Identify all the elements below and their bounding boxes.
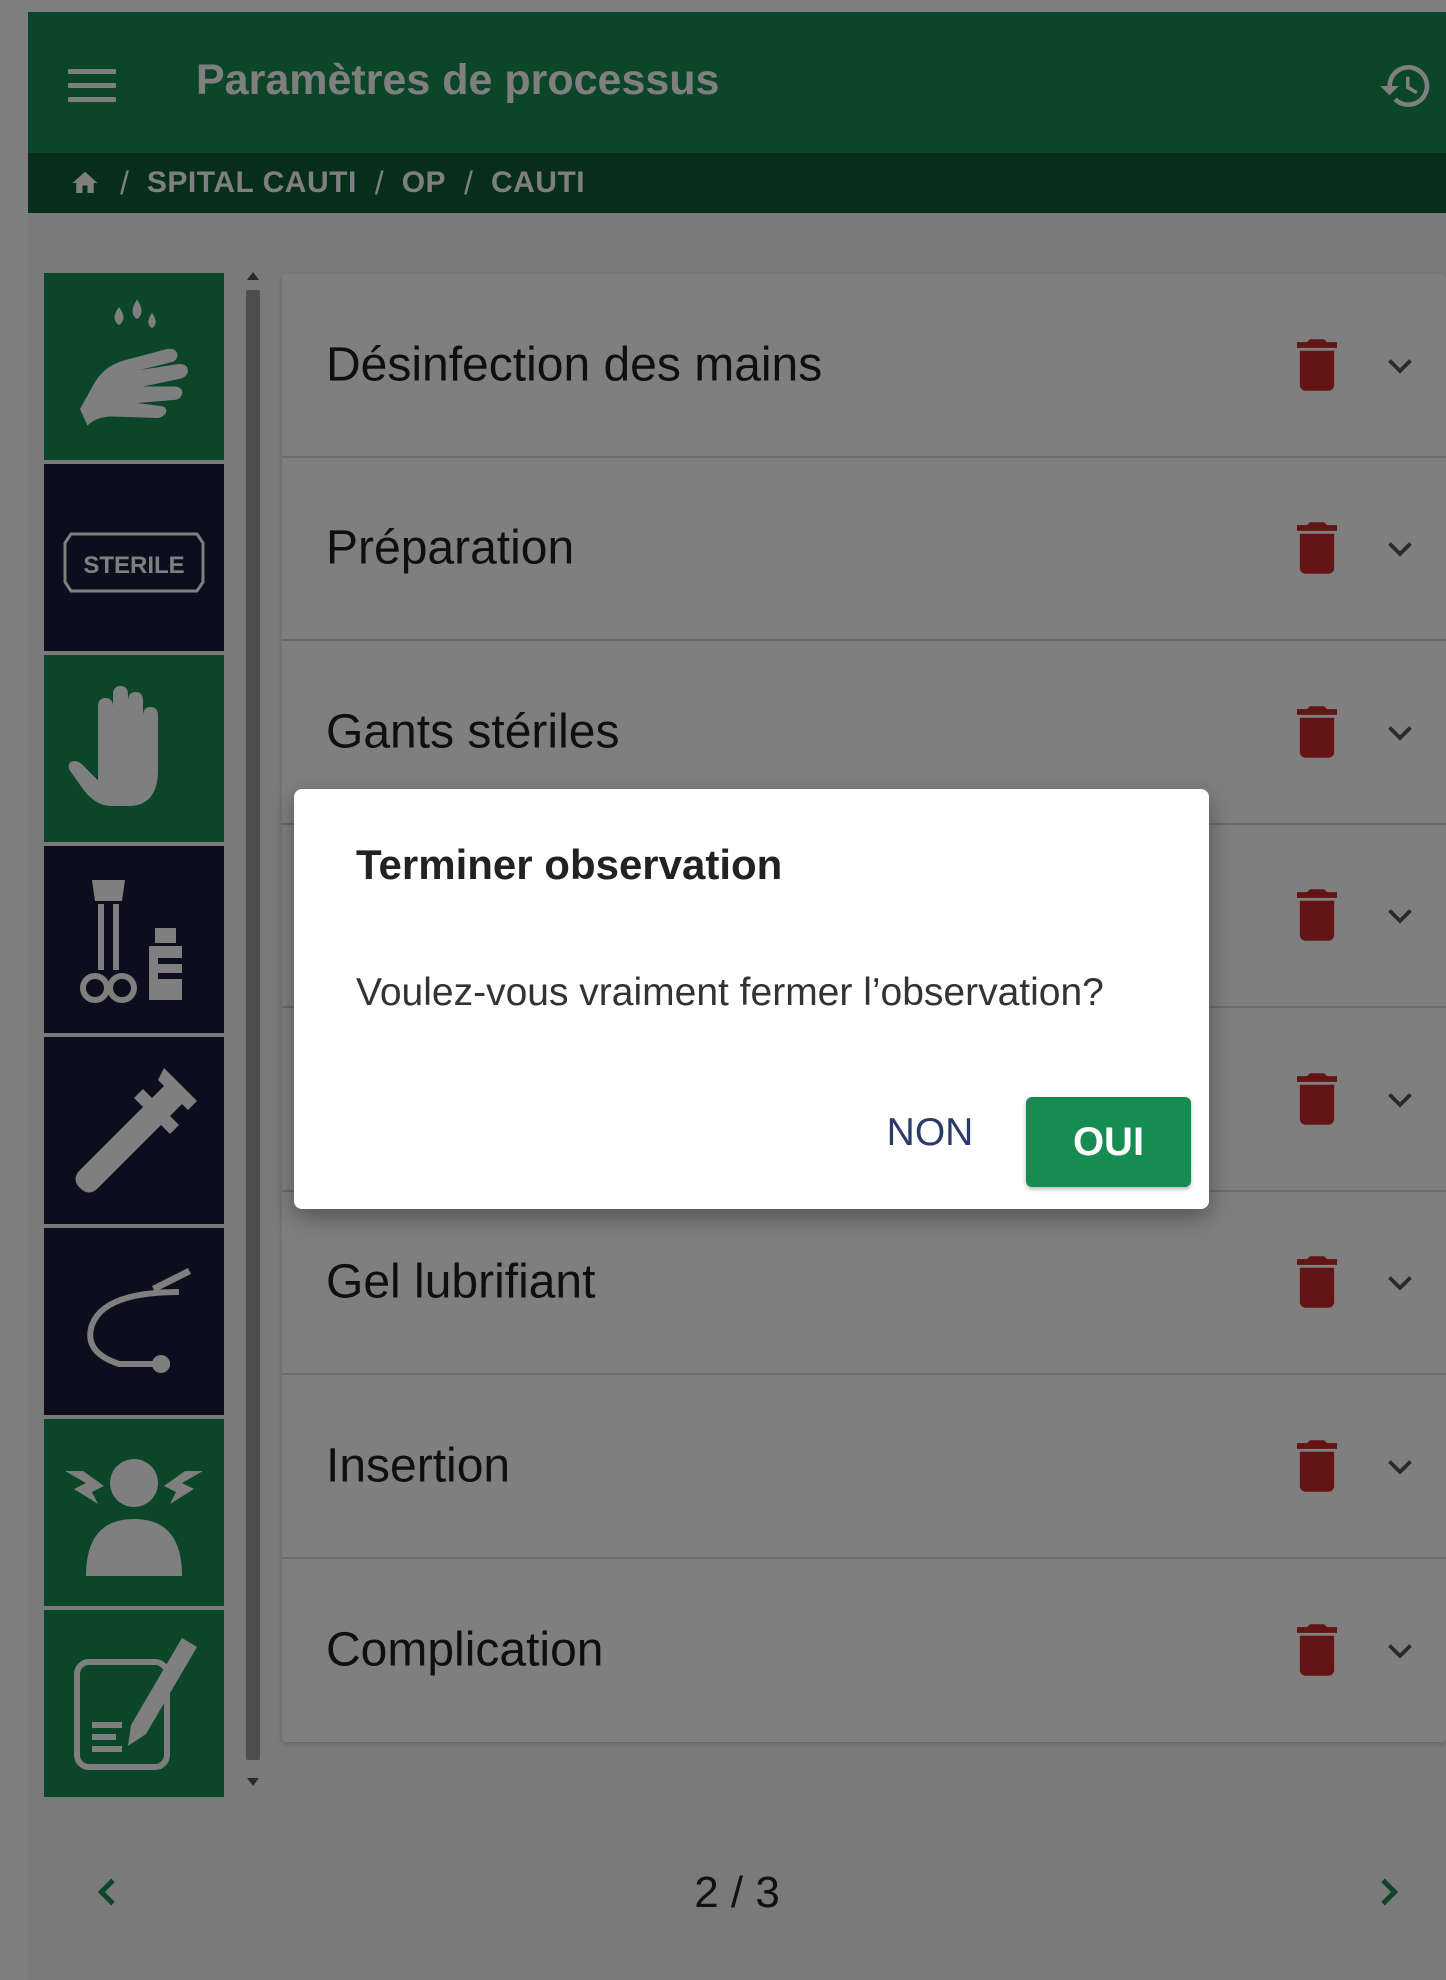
confirm-button[interactable]: OUI [1026, 1097, 1191, 1187]
dialog-title: Terminer observation [356, 841, 783, 888]
dialog-message: Voulez-vous vraiment fermer l’observatio… [356, 971, 1104, 1014]
confirm-dialog: Terminer observation Voulez-vous vraimen… [294, 789, 1209, 1209]
cancel-button[interactable]: NON [860, 1097, 1000, 1169]
